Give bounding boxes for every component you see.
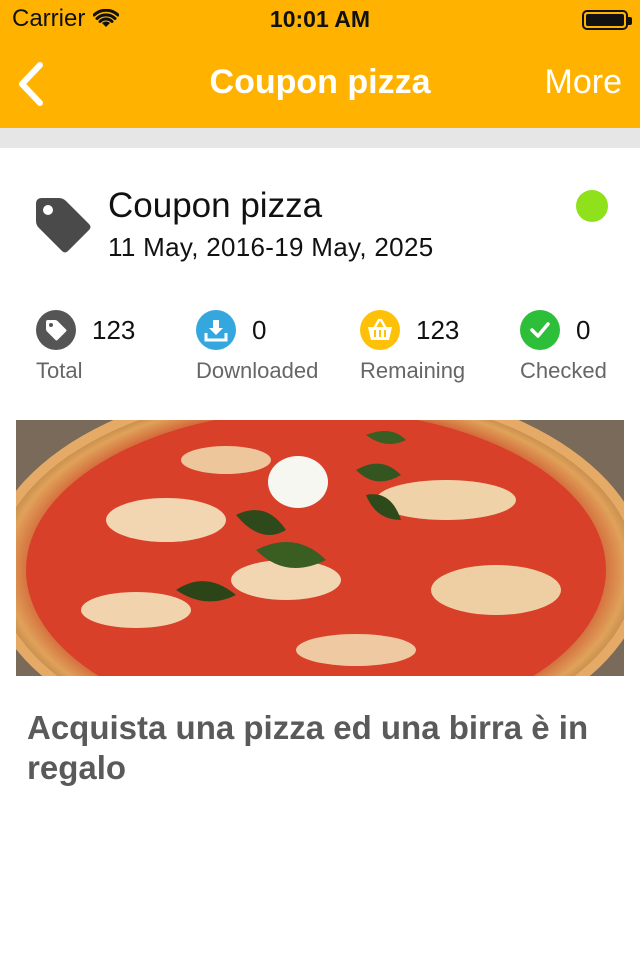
coupon-stats: 123 Total 0 Downloaded 123 Remaining 0 C… — [0, 300, 640, 400]
download-icon — [196, 310, 236, 350]
navigation-bar: Coupon pizza More — [0, 40, 640, 128]
stat-downloaded-value: 0 — [252, 315, 267, 345]
basket-icon — [360, 310, 400, 350]
section-divider — [0, 128, 640, 148]
active-status-indicator — [576, 190, 608, 222]
status-time: 10:01 AM — [269, 6, 371, 32]
tag-icon — [36, 198, 91, 253]
coupon-description: Acquista una pizza ed una birra è in reg… — [27, 709, 589, 786]
battery-icon — [582, 10, 632, 30]
checkmark-icon — [520, 310, 560, 350]
pizza-photo — [16, 420, 624, 676]
coupon-title: Coupon pizza — [108, 186, 323, 225]
stat-total-label: Total — [36, 358, 83, 383]
more-button[interactable]: More — [545, 63, 622, 102]
coupon-validity-dates: 11 May, 2016-19 May, 2025 — [108, 232, 434, 262]
stat-downloaded-label: Downloaded — [196, 358, 319, 383]
stat-remaining-value: 123 — [416, 315, 460, 345]
stat-checked-label: Checked — [520, 358, 607, 383]
coupon-header: Coupon pizza 11 May, 2016-19 May, 2025 — [0, 148, 640, 288]
stat-checked-value: 0 — [576, 315, 591, 345]
tag-icon — [36, 310, 76, 350]
app-header: Carrier 10:01 AM Coupon pizza More — [0, 0, 640, 128]
stat-remaining-label: Remaining — [360, 358, 466, 383]
status-bar: Carrier 10:01 AM — [0, 0, 640, 40]
stat-total-value: 123 — [92, 315, 136, 345]
